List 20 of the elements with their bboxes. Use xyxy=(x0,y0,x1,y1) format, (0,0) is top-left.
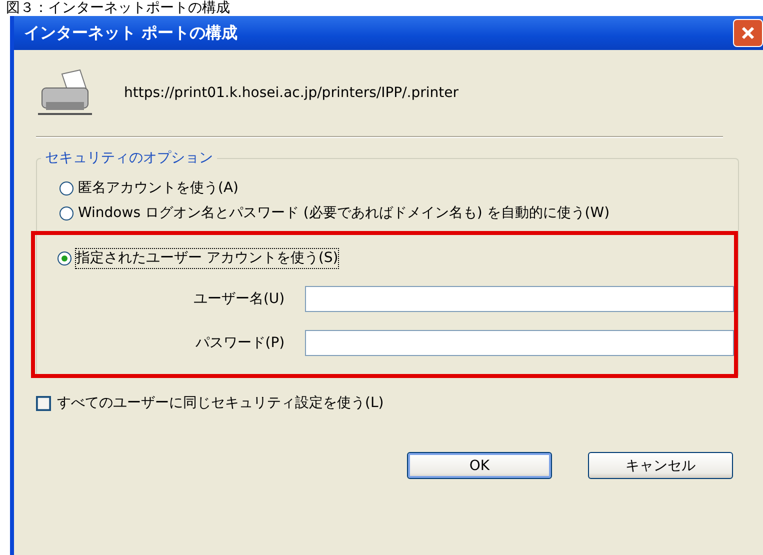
close-button[interactable] xyxy=(733,19,763,47)
input-field[interactable] xyxy=(304,286,734,312)
radio-label[interactable]: 匿名アカウントを使う(A) xyxy=(78,179,239,198)
input-field[interactable] xyxy=(304,330,734,356)
dialog-button[interactable]: OK xyxy=(407,452,552,479)
close-icon xyxy=(740,25,756,41)
field-label: パスワード(P) xyxy=(194,334,286,352)
dialog-button[interactable]: キャンセル xyxy=(588,452,733,479)
radio-label[interactable]: 指定されたユーザー アカウントを使う(S) xyxy=(76,249,338,268)
checkbox-label[interactable]: すべてのユーザーに同じセキュリティ設定を使う(L) xyxy=(57,394,384,412)
group-label: セキュリティのオプション xyxy=(41,149,217,167)
field-label: ユーザー名(U) xyxy=(192,290,286,308)
radio-button[interactable] xyxy=(57,251,72,266)
radio-button[interactable] xyxy=(59,181,74,196)
checkbox[interactable] xyxy=(36,396,51,410)
radio-label[interactable]: Windows ログオン名とパスワード (必要であればドメイン名も) を自動的に使う(W) xyxy=(78,204,610,223)
printer-url: https://print01.k.hosei.ac.jp/printers/IPP/.printer xyxy=(124,85,459,101)
figure-caption: 図３：インターネットポートの構成 xyxy=(5,0,231,16)
radio-button[interactable] xyxy=(59,206,74,221)
window-title: インターネット ポートの構成 xyxy=(24,22,238,44)
